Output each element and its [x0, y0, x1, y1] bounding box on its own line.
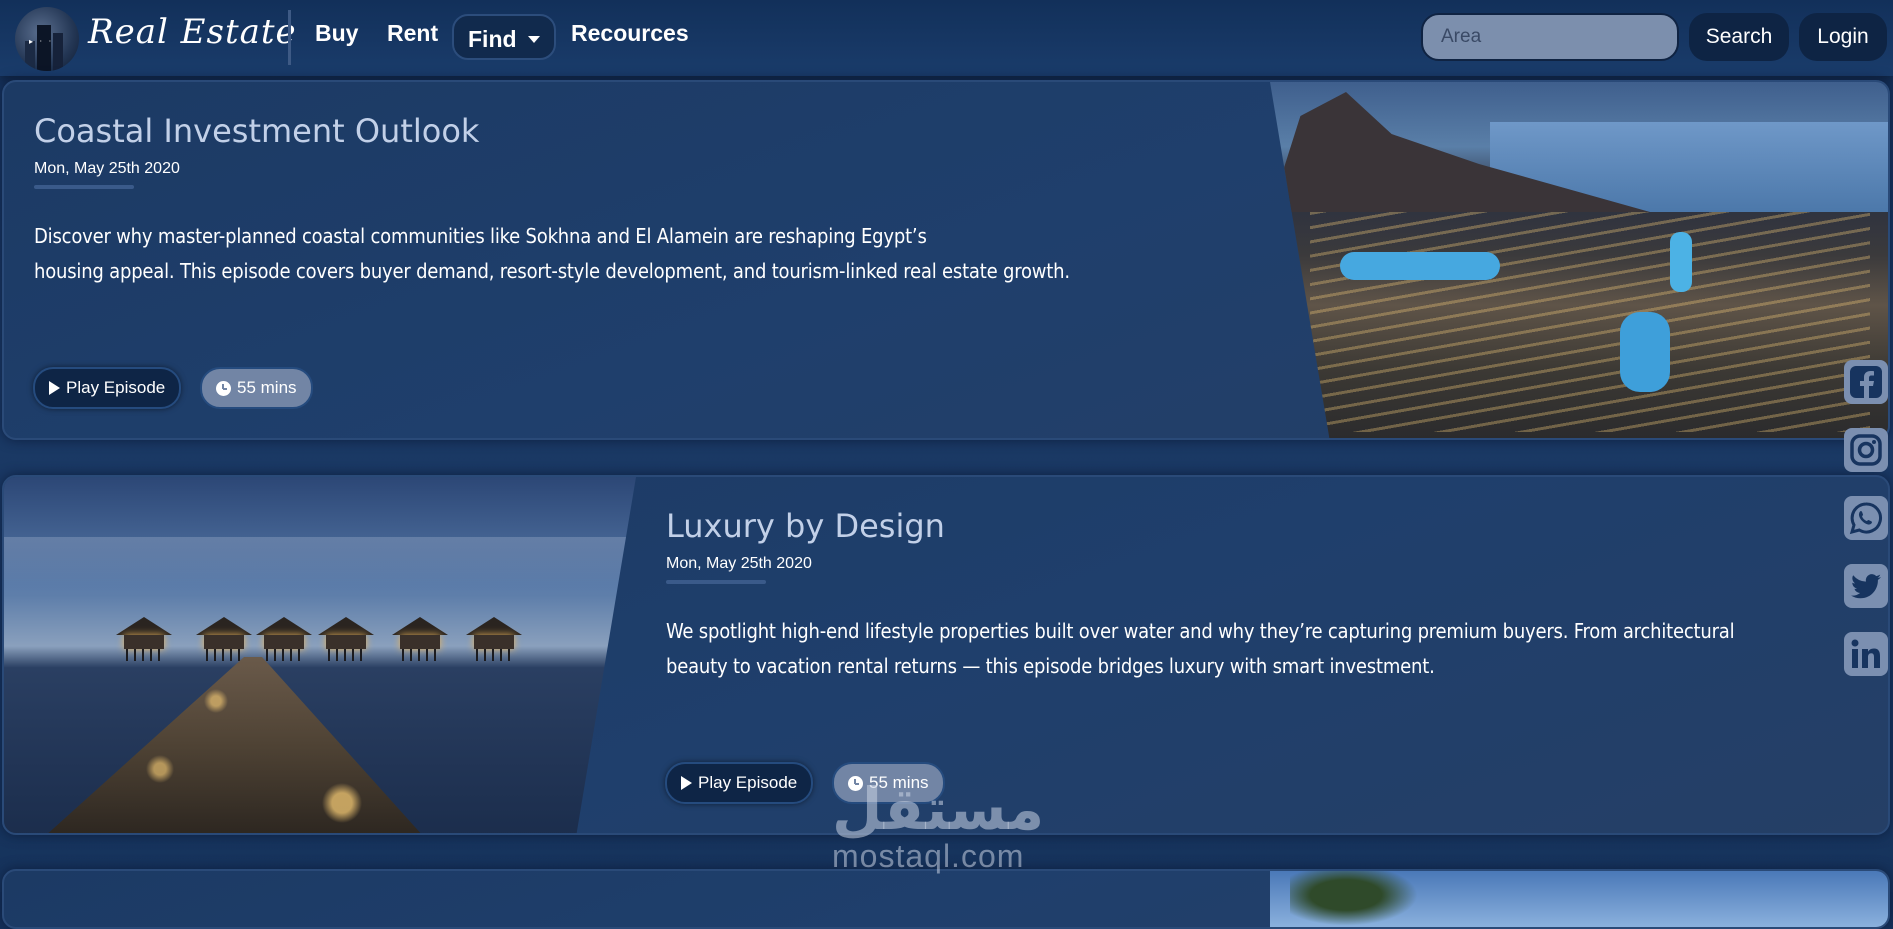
clock-icon — [216, 380, 231, 396]
episode-date: Mon, May 25th 2020 — [34, 160, 180, 177]
episode-title: Coastal Investment Outlook — [34, 112, 480, 150]
palm-image — [1270, 871, 1888, 927]
search-input[interactable] — [1421, 13, 1679, 61]
play-episode-button[interactable]: Play Episode — [665, 762, 814, 804]
nav-buy[interactable]: Buy — [315, 20, 358, 47]
brand-name[interactable]: Real Estate — [88, 12, 297, 52]
description-line: beauty to vacation rental returns — this… — [666, 654, 1435, 678]
instagram-icon[interactable] — [1844, 428, 1888, 472]
description-line: We spotlight high-end lifestyle properti… — [666, 619, 1735, 643]
resort-image — [1270, 82, 1888, 438]
play-episode-button[interactable]: Play Episode — [33, 367, 182, 409]
episode-title: Luxury by Design — [666, 507, 945, 545]
nav-resources[interactable]: Recources — [571, 20, 689, 47]
description-line: Discover why master-planned coastal comm… — [34, 224, 927, 248]
duration-badge: 55 mins — [200, 367, 313, 409]
search-button[interactable]: Search — [1689, 13, 1789, 61]
episode-date: Mon, May 25th 2020 — [666, 555, 812, 572]
logo[interactable]: ▸ · · — [15, 7, 79, 71]
twitter-icon[interactable] — [1844, 564, 1888, 608]
navbar: ▸ · · Real Estate Buy Rent Find Recource… — [0, 0, 1893, 76]
episode-description: Discover why master-planned coastal comm… — [34, 219, 1070, 289]
find-label: Find — [468, 26, 517, 52]
overwater-villas-image — [4, 477, 636, 833]
episode-description: We spotlight high-end lifestyle properti… — [666, 614, 1735, 684]
play-label: Play Episode — [698, 773, 798, 792]
episode-card — [2, 869, 1890, 929]
play-label: Play Episode — [66, 378, 166, 397]
description-line: housing appeal. This episode covers buye… — [34, 259, 1070, 283]
watermark-arabic: مستقل — [832, 775, 1045, 843]
title-underline — [666, 580, 766, 584]
whatsapp-icon[interactable] — [1844, 496, 1888, 540]
play-icon — [681, 776, 692, 790]
play-icon — [49, 381, 60, 395]
duration-text: 55 mins — [237, 378, 297, 397]
facebook-icon[interactable] — [1844, 360, 1888, 404]
find-dropdown[interactable]: Find — [452, 14, 556, 60]
linkedin-icon[interactable] — [1844, 632, 1888, 676]
nav-rent[interactable]: Rent — [387, 20, 438, 47]
login-button[interactable]: Login — [1799, 13, 1887, 61]
chevron-down-icon — [528, 36, 540, 43]
watermark-latin: mostaql.com — [832, 838, 1025, 874]
title-underline — [34, 185, 134, 189]
episode-card: Coastal Investment Outlook Mon, May 25th… — [2, 80, 1890, 440]
nav-divider — [288, 10, 291, 65]
